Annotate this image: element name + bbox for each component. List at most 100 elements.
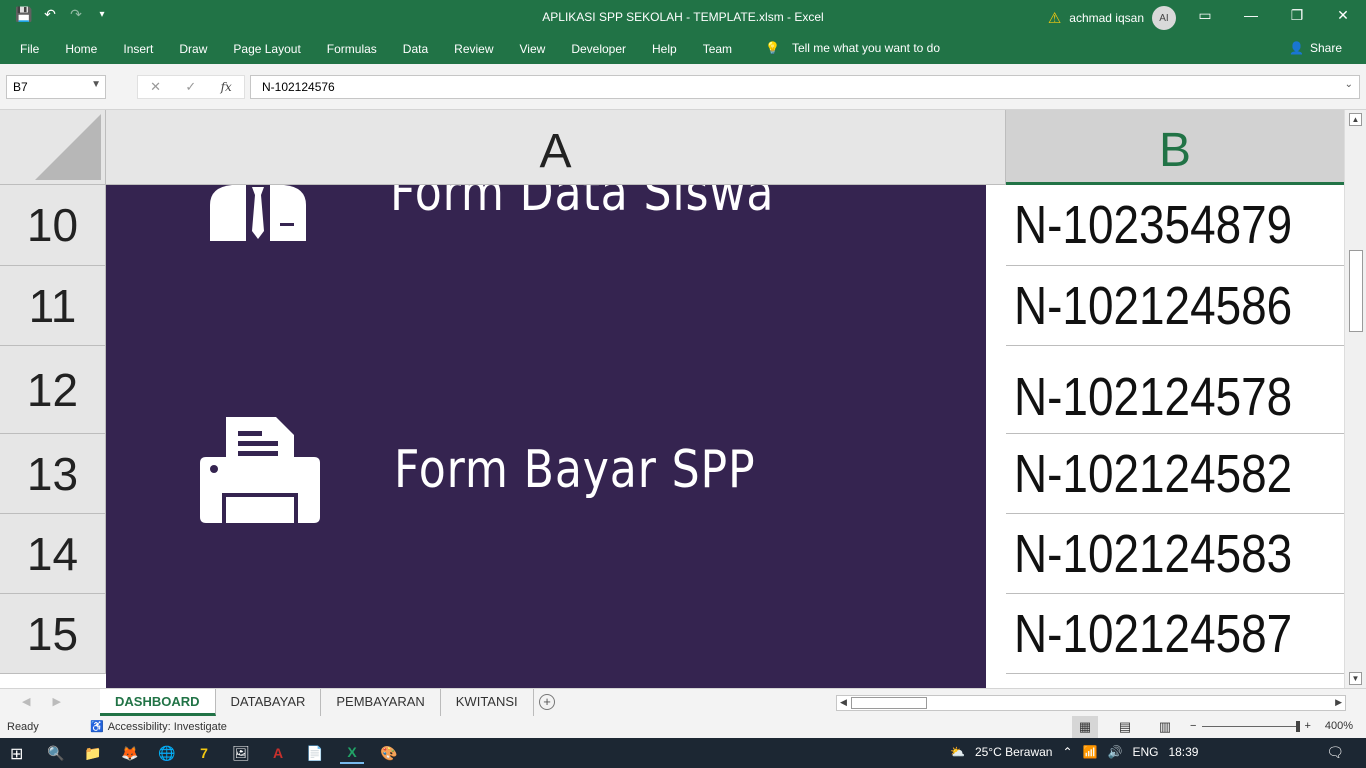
prev-sheet-icon[interactable]: ◀ bbox=[22, 695, 30, 708]
close-button[interactable]: ✕ bbox=[1320, 0, 1366, 30]
windows-start-icon[interactable]: ⊞ bbox=[10, 744, 23, 764]
tab-home[interactable]: Home bbox=[65, 42, 97, 56]
cancel-icon[interactable]: ✕ bbox=[150, 79, 161, 95]
weather-label[interactable]: 25°C Berawan bbox=[975, 745, 1053, 759]
clock[interactable]: 18:39 bbox=[1168, 745, 1198, 759]
add-sheet-button[interactable]: + bbox=[539, 694, 555, 710]
page-break-preview-icon[interactable]: ▥ bbox=[1152, 716, 1178, 738]
restore-button[interactable]: ❐ bbox=[1274, 0, 1320, 30]
dashboard-panel: Form Data Siswa Form Bayar SPP bbox=[106, 185, 986, 688]
enter-icon[interactable]: ✓ bbox=[185, 79, 196, 95]
vertical-scrollbar[interactable]: ▲ ▼ bbox=[1344, 110, 1366, 688]
printer-icon[interactable] bbox=[198, 417, 322, 523]
tab-developer[interactable]: Developer bbox=[571, 42, 626, 56]
column-header-b[interactable]: B bbox=[1006, 110, 1344, 185]
zoom-out-icon[interactable]: − bbox=[1190, 720, 1196, 732]
normal-view-icon[interactable]: ▦ bbox=[1072, 716, 1098, 738]
share-button[interactable]: 👤 Share bbox=[1289, 41, 1342, 55]
zoom-control: − + 400% bbox=[1190, 720, 1353, 732]
scroll-left-icon[interactable]: ◀ bbox=[840, 697, 847, 708]
sheet-tab-pembayaran[interactable]: PEMBAYARAN bbox=[321, 689, 441, 716]
page-layout-view-icon[interactable]: ▤ bbox=[1112, 716, 1138, 738]
formula-input[interactable]: N-102124576 ⌄ bbox=[250, 75, 1360, 99]
row-header-15[interactable]: 15 bbox=[0, 594, 106, 674]
tab-team[interactable]: Team bbox=[703, 42, 732, 56]
horizontal-scroll-thumb[interactable] bbox=[851, 697, 927, 709]
tab-data[interactable]: Data bbox=[403, 42, 428, 56]
form-data-siswa-button[interactable]: Form Data Siswa bbox=[390, 185, 774, 223]
network-icon[interactable]: 📶 bbox=[1083, 745, 1098, 759]
cell-b10[interactable]: N-102354879 bbox=[1006, 185, 1344, 266]
insert-function-icon[interactable]: fx bbox=[221, 80, 232, 94]
scroll-down-icon[interactable]: ▼ bbox=[1349, 672, 1362, 685]
avatar[interactable]: AI bbox=[1152, 6, 1176, 30]
sheet-tab-dashboard[interactable]: DASHBOARD bbox=[100, 689, 216, 716]
chevron-down-icon[interactable]: ▼ bbox=[91, 79, 101, 90]
expand-formula-bar-icon[interactable]: ⌄ bbox=[1345, 79, 1353, 90]
form-bayar-spp-button[interactable]: Form Bayar SPP bbox=[394, 440, 756, 500]
horizontal-scrollbar[interactable]: ◀ ▶ bbox=[836, 695, 1346, 711]
user-name[interactable]: achmad iqsan bbox=[1069, 11, 1144, 25]
tab-review[interactable]: Review bbox=[454, 42, 493, 56]
tell-me-search[interactable]: 💡 Tell me what you want to do bbox=[765, 41, 940, 55]
row-header-12[interactable]: 12 bbox=[0, 346, 106, 434]
zoom-level[interactable]: 400% bbox=[1325, 720, 1353, 732]
notification-icon[interactable]: 🗨 bbox=[1326, 744, 1344, 761]
cell-b15[interactable]: N-102124587 bbox=[1006, 594, 1344, 674]
cell-b11[interactable]: N-102124586 bbox=[1006, 266, 1344, 346]
scroll-up-icon[interactable]: ▲ bbox=[1349, 113, 1362, 126]
cell-b13[interactable]: N-102124582 bbox=[1006, 434, 1344, 514]
sheet-tab-kwitansi[interactable]: KWITANSI bbox=[441, 689, 534, 716]
tab-insert[interactable]: Insert bbox=[123, 42, 153, 56]
row-header-13[interactable]: 13 bbox=[0, 434, 106, 514]
paint-icon[interactable]: 🎨 bbox=[377, 742, 401, 764]
excel-icon[interactable]: X bbox=[340, 742, 364, 764]
formula-value: N-102124576 bbox=[262, 80, 335, 94]
cell-b14[interactable]: N-102124583 bbox=[1006, 514, 1344, 594]
scroll-right-icon[interactable]: ▶ bbox=[1335, 697, 1342, 708]
tab-view[interactable]: View bbox=[520, 42, 546, 56]
window-controls: ▭ — ❐ ✕ bbox=[1182, 0, 1366, 30]
language-indicator[interactable]: ENG bbox=[1132, 745, 1158, 759]
access-icon[interactable]: A bbox=[266, 742, 290, 764]
row-header-10[interactable]: 10 bbox=[0, 185, 106, 266]
share-label: Share bbox=[1309, 41, 1342, 55]
chevron-up-icon[interactable]: ⌃ bbox=[1062, 745, 1072, 759]
weather-icon[interactable]: ⛅ bbox=[950, 745, 965, 759]
search-icon[interactable]: 🔍 bbox=[44, 742, 68, 764]
accessibility-icon: ♿ bbox=[90, 721, 104, 733]
select-all-button[interactable] bbox=[0, 110, 106, 185]
photos-icon[interactable]: 🖼 bbox=[229, 742, 253, 764]
name-box[interactable]: B7 ▼ bbox=[6, 75, 106, 99]
row-header-11[interactable]: 11 bbox=[0, 266, 106, 346]
status-ready: Ready bbox=[7, 721, 39, 733]
tab-file[interactable]: File bbox=[20, 42, 39, 56]
tab-draw[interactable]: Draw bbox=[179, 42, 207, 56]
edge-icon[interactable]: 🌐 bbox=[155, 742, 179, 764]
sheet-tabs: DASHBOARD DATABAYAR PEMBAYARAN KWITANSI bbox=[100, 689, 534, 716]
accessibility-checker[interactable]: ♿ Accessibility: Investigate bbox=[90, 720, 227, 734]
zoom-in-icon[interactable]: + bbox=[1304, 720, 1310, 732]
tab-page-layout[interactable]: Page Layout bbox=[233, 42, 300, 56]
student-icon[interactable] bbox=[206, 185, 310, 241]
tab-formulas[interactable]: Formulas bbox=[327, 42, 377, 56]
sevenzip-icon[interactable]: 7 bbox=[192, 742, 216, 764]
worksheet-grid: A B 10 11 12 13 14 15 Form Data Siswa Fo… bbox=[0, 110, 1344, 688]
minimize-button[interactable]: — bbox=[1228, 0, 1274, 30]
cell-b12[interactable]: N-102124578 bbox=[1006, 346, 1344, 434]
app-icon[interactable]: 📄 bbox=[303, 742, 327, 764]
tab-help[interactable]: Help bbox=[652, 42, 677, 56]
next-sheet-icon[interactable]: ▶ bbox=[52, 695, 60, 708]
zoom-slider[interactable] bbox=[1202, 720, 1301, 732]
lightbulb-icon: 💡 bbox=[765, 41, 780, 55]
warning-icon[interactable]: ⚠ bbox=[1048, 9, 1061, 27]
ribbon-display-options-icon[interactable]: ▭ bbox=[1182, 0, 1228, 30]
name-box-value: B7 bbox=[13, 80, 28, 94]
file-explorer-icon[interactable]: 📁 bbox=[81, 742, 105, 764]
row-header-14[interactable]: 14 bbox=[0, 514, 106, 594]
firefox-icon[interactable]: 🦊 bbox=[118, 742, 142, 764]
volume-icon[interactable]: 🔊 bbox=[1107, 745, 1122, 759]
sheet-tab-databayar[interactable]: DATABAYAR bbox=[216, 689, 322, 716]
scroll-thumb[interactable] bbox=[1349, 250, 1363, 332]
column-header-a[interactable]: A bbox=[106, 110, 1006, 185]
